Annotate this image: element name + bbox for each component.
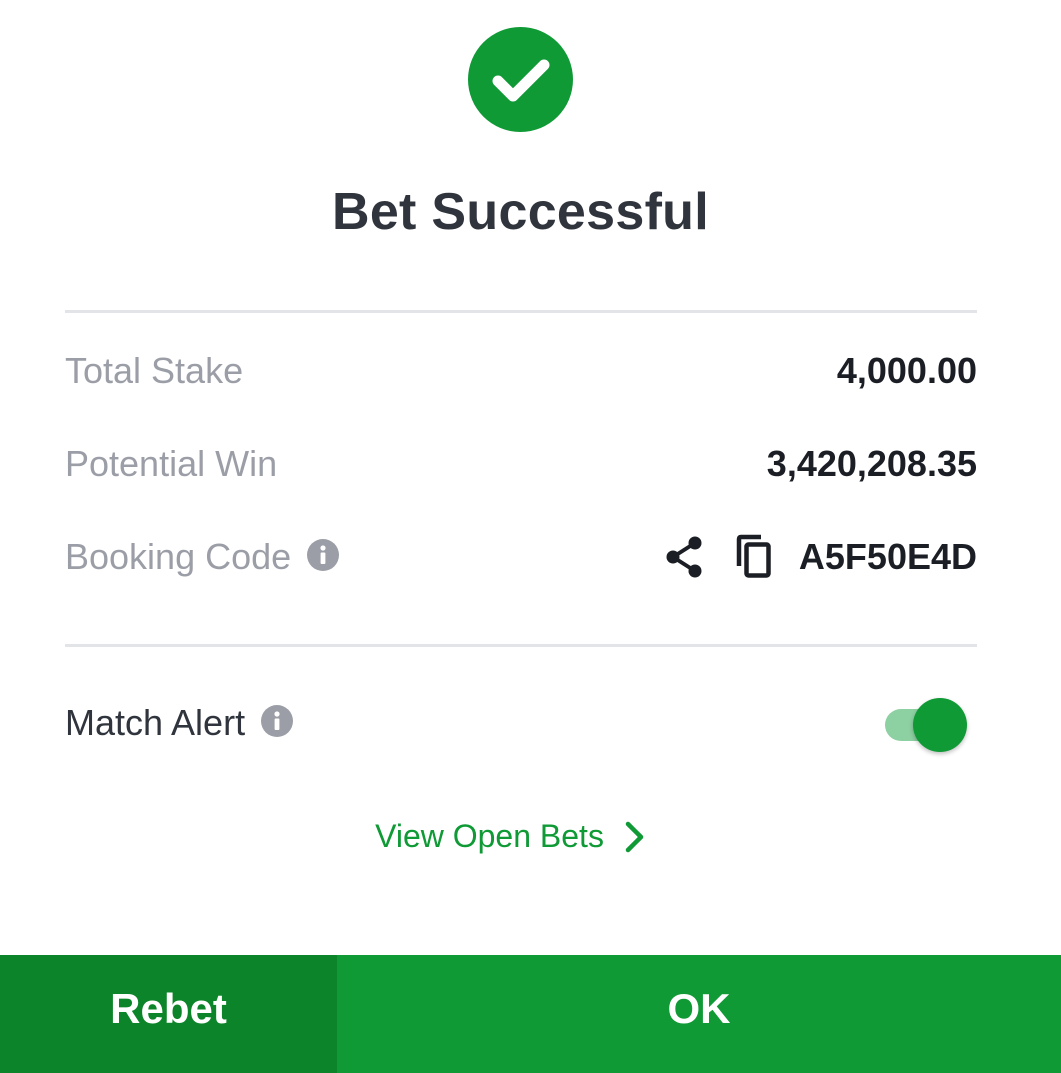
ok-button[interactable]: OK [337,955,1061,1073]
action-bar: Rebet OK [0,955,1061,1073]
match-alert-row: Match Alert [65,693,977,753]
booking-code-label-group: Booking Code [65,536,340,578]
booking-code-value: A5F50E4D [798,536,977,577]
info-icon[interactable] [307,539,340,571]
copy-icon[interactable] [733,534,775,580]
share-icon[interactable] [663,534,705,580]
page-title: Bet Successful [331,183,709,241]
potential-win-label: Potential Win [65,443,278,484]
total-stake-value: 4,000.00 [836,350,977,391]
total-stake-label: Total Stake [65,350,244,391]
toggle-thumb [913,698,967,752]
view-open-bets-label: View Open Bets [375,818,604,854]
divider [65,644,977,647]
potential-win-value: 3,420,208.35 [766,443,977,484]
booking-code-label: Booking Code [65,536,292,577]
total-stake-row: Total Stake 4,000.00 [65,341,977,401]
booking-code-value-group: A5F50E4D [663,534,977,580]
info-icon[interactable] [261,705,294,737]
chevron-right-icon [624,820,646,854]
view-open-bets-link[interactable]: View Open Bets [0,818,1021,855]
match-alert-toggle[interactable] [883,696,969,752]
match-alert-label-group: Match Alert [65,702,294,744]
divider [65,310,977,313]
rebet-button[interactable]: Rebet [0,955,337,1073]
bet-success-dialog: Bet Successful Total Stake 4,000.00 Pote… [0,0,1061,1073]
potential-win-row: Potential Win 3,420,208.35 [65,434,977,494]
check-circle-icon [468,27,573,132]
booking-code-row: Booking Code A5F50E4D [65,527,977,587]
match-alert-label: Match Alert [65,702,246,743]
